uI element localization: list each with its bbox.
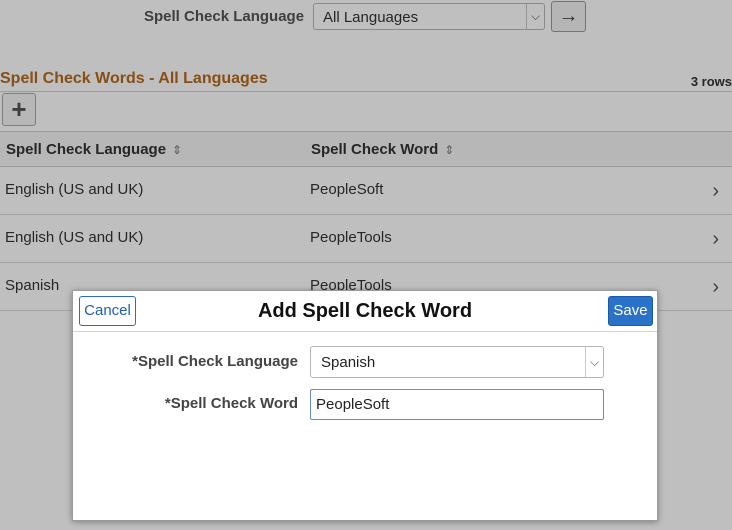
dialog-title: Add Spell Check Word <box>257 300 473 322</box>
spell-check-language-select[interactable]: Spanish ⌵ <box>310 346 604 378</box>
save-button[interactable]: Save <box>608 296 653 326</box>
spell-check-word-input[interactable] <box>310 389 604 420</box>
spell-check-language-label: *Spell Check Language <box>132 353 298 370</box>
dialog-header: Cancel Add Spell Check Word Save <box>73 291 657 332</box>
select-value: Spanish <box>321 354 376 371</box>
spell-check-word-label: *Spell Check Word <box>164 395 298 412</box>
add-spell-check-word-dialog: Cancel Add Spell Check Word Save *Spell … <box>72 290 658 521</box>
chevron-down-icon: ⌵ <box>585 347 603 377</box>
